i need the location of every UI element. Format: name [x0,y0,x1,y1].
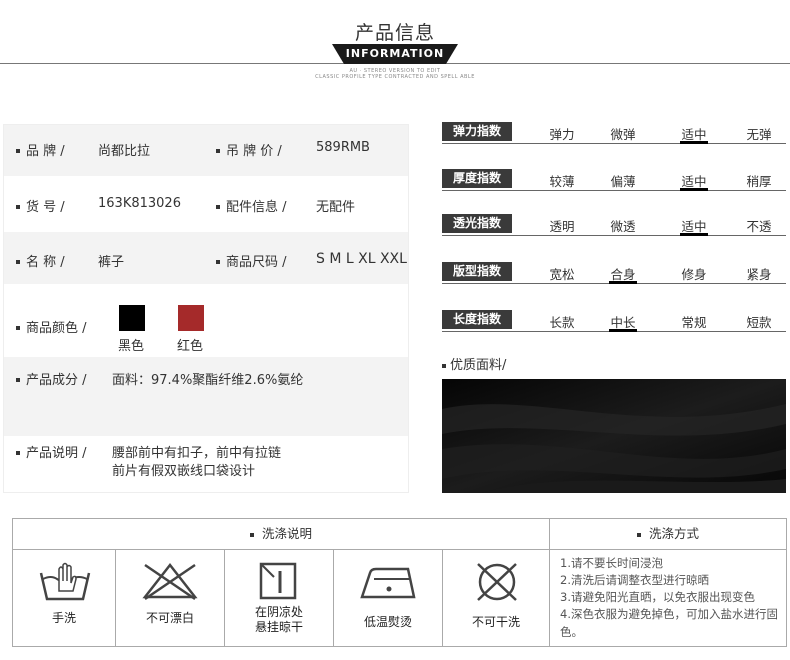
fabric-title: 优质面料/ [442,354,506,373]
color-name-black: 黑色 [118,339,145,354]
name-value: 裤子 [98,255,125,270]
price-value: 589RMB [316,140,370,155]
color-name-red: 红色 [177,339,204,354]
bullet [16,149,20,153]
care-label-no-dry-clean: 不可干洗 [471,615,520,629]
care-table: 洗涤说明 洗涤方式 手洗 不可漂白 在阴凉处 悬挂晾干 低温熨烫 不可干洗 1.… [12,518,787,647]
bullet [216,149,220,153]
desc-label: 产品说明 / [26,446,87,461]
index-option: 紧身 [746,267,772,282]
index-divider [442,235,786,236]
size-label: 商品尺码 / [226,255,287,270]
index-option: 长款 [549,315,575,330]
color-label: 商品颜色 / [26,321,87,336]
index-label: 长度指数 [442,310,512,329]
bullet [636,532,641,537]
bullet [16,326,20,330]
bullet [16,260,20,264]
index-label: 版型指数 [442,262,512,281]
index-option: 短款 [746,315,772,330]
bullet [16,378,20,382]
color-swatch-black[interactable] [119,305,145,331]
care-rule: 4.深色衣服为避免掉色，可加入盐水进行固色。 [560,607,778,639]
care-label-hand-wash: 手洗 [51,611,76,625]
section-title: 产品信息 [354,22,435,44]
hand-wash-icon [39,562,91,601]
index-label: 厚度指数 [442,169,512,188]
bullet [16,205,20,209]
index-option: 宽松 [549,267,575,282]
wash-header-text: 洗涤说明 [261,526,312,541]
care-rule: 3.请避免阳光直晒，以免衣服出现变色 [560,590,755,604]
index-option: 稍厚 [746,174,772,189]
index-selected-marker [680,141,708,144]
desc-line-2: 前片有假双嵌线口袋设计 [112,464,256,479]
care-label-no-bleach: 不可漂白 [145,611,194,625]
accessory-value: 无配件 [316,200,356,215]
fabric-texture [442,379,786,493]
no-bleach-icon [142,562,198,601]
wash-header: 洗涤说明 [13,519,549,549]
index-label: 透光指数 [442,214,512,233]
care-label-shade-dry-1: 在阴凉处 [254,605,303,619]
bullet [216,205,220,209]
index-option: 修身 [681,267,707,282]
product-info-table: 品 牌 / 尚都比拉 吊 牌 价 / 589RMB 货 号 / 163K8130… [3,124,409,493]
bullet [216,260,220,264]
care-divider [333,549,334,646]
code-value: 163K813026 [98,196,181,211]
color-swatch-red[interactable] [178,305,204,331]
index-option: 微透 [610,219,636,234]
index-option: 不透 [746,219,772,234]
care-divider [13,549,786,550]
index-selected-marker [680,233,708,236]
index-divider [442,190,786,191]
bullet [16,451,20,455]
material-label: 产品成分 / [26,373,87,388]
index-option: 偏薄 [610,174,636,189]
low-iron-icon [360,567,416,599]
care-divider [442,549,443,646]
name-label: 名 称 / [26,255,65,270]
index-option: 微弹 [610,127,636,142]
no-dry-clean-icon [477,563,517,601]
index-selected-marker [609,281,637,284]
desc-line-1: 腰部前中有扣子，前中有拉链 [112,446,282,461]
brand-value: 尚都比拉 [98,144,151,159]
fabric-image [442,379,786,493]
code-label: 货 号 / [26,200,65,215]
shade-dry-icon [259,562,297,600]
index-option: 常规 [681,315,707,330]
index-divider [442,143,786,144]
method-header-text: 洗涤方式 [648,526,699,541]
info-badge: INFORMATION [345,47,445,60]
care-rule: 2.清洗后请调整衣型进行晾晒 [560,573,709,587]
accessory-label: 配件信息 / [226,200,287,215]
care-rule: 1.请不要长时间浸泡 [560,556,663,570]
header-subtitle-2: CLASSIC PROFILE TYPE CONTRACTED AND SPEL… [315,74,475,80]
index-option: 弹力 [549,127,575,142]
fabric-title-text: 优质面料/ [450,358,507,373]
index-selected-marker [609,329,637,332]
care-divider [115,549,116,646]
price-label: 吊 牌 价 / [226,144,282,159]
index-selected-marker [680,188,708,191]
index-option: 无弹 [746,127,772,142]
method-header: 洗涤方式 [550,519,786,549]
material-value: 面料：97.4%聚酯纤维2.6%氨纶 [112,373,304,388]
index-option: 较薄 [549,174,575,189]
care-label-shade-dry-2: 悬挂晾干 [254,620,303,634]
index-option: 透明 [549,219,575,234]
care-label-low-iron: 低温熨烫 [363,615,412,629]
bullet [442,363,446,368]
brand-label: 品 牌 / [26,144,65,159]
size-value: S M L XL XXL [316,251,407,267]
index-label: 弹力指数 [442,122,512,141]
bullet [249,532,254,537]
